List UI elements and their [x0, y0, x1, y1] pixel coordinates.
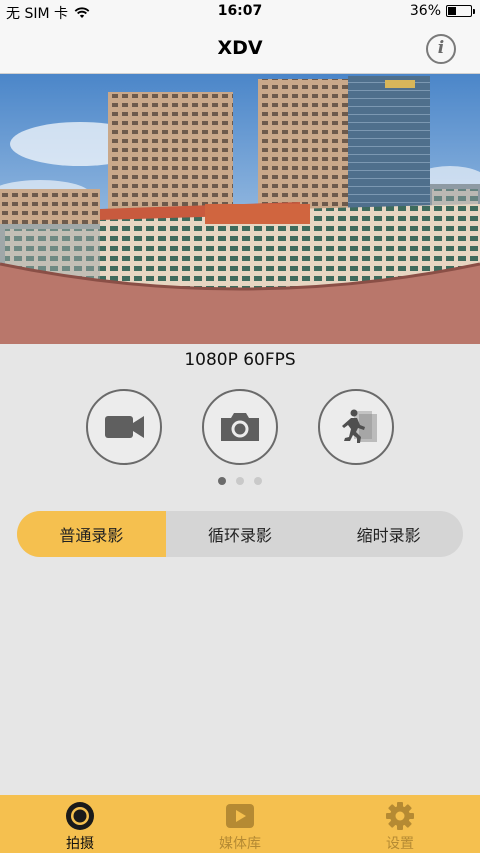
- tab-settings[interactable]: 设置: [320, 795, 480, 853]
- page-dot: [218, 477, 226, 485]
- tab-label-capture: 拍摄: [66, 836, 94, 852]
- play-icon: [226, 804, 254, 828]
- tab-media-library[interactable]: 媒体库: [160, 795, 320, 853]
- running-figure-icon: [342, 409, 377, 443]
- camera-icon: [221, 413, 259, 441]
- info-icon: i: [437, 38, 445, 58]
- tab-label-settings: 设置: [386, 836, 414, 852]
- status-time: 16:07: [217, 3, 263, 19]
- battery-fill: [448, 7, 456, 15]
- preview-image: [0, 74, 480, 344]
- photo-mode-button[interactable]: [202, 389, 278, 465]
- resolution-label: 1080P 60FPS: [184, 350, 296, 370]
- segment-option[interactable]: 普通录影: [17, 511, 166, 557]
- battery-icon: [446, 5, 475, 17]
- battery-percent: 36%: [409, 3, 441, 19]
- timelapse-mode-button[interactable]: [318, 389, 394, 465]
- camera-preview[interactable]: [0, 74, 480, 344]
- tab-bar: 拍摄 媒体库 设置: [0, 795, 480, 853]
- page-indicator: [0, 477, 480, 485]
- status-bar: 无 SIM 卡 16:07 36%: [0, 0, 480, 24]
- status-right: 36%: [409, 3, 475, 19]
- tab-label-media-library: 媒体库: [219, 836, 261, 852]
- video-camera-icon: [105, 416, 144, 438]
- page-dot: [236, 477, 244, 485]
- info-button[interactable]: i: [426, 34, 456, 64]
- gear-icon: [386, 802, 414, 830]
- lens-icon: [66, 802, 94, 830]
- tab-capture[interactable]: 拍摄: [0, 795, 160, 853]
- nav-bar: XDV i: [0, 24, 480, 74]
- video-mode-button[interactable]: [86, 389, 162, 465]
- segment-option[interactable]: 循环录影: [166, 511, 315, 557]
- page-title: XDV: [217, 37, 263, 59]
- record-mode-segmented-control: 普通录影 循环录影 缩时录影: [17, 511, 463, 557]
- page-dot: [254, 477, 262, 485]
- segment-option[interactable]: 缩时录影: [314, 511, 463, 557]
